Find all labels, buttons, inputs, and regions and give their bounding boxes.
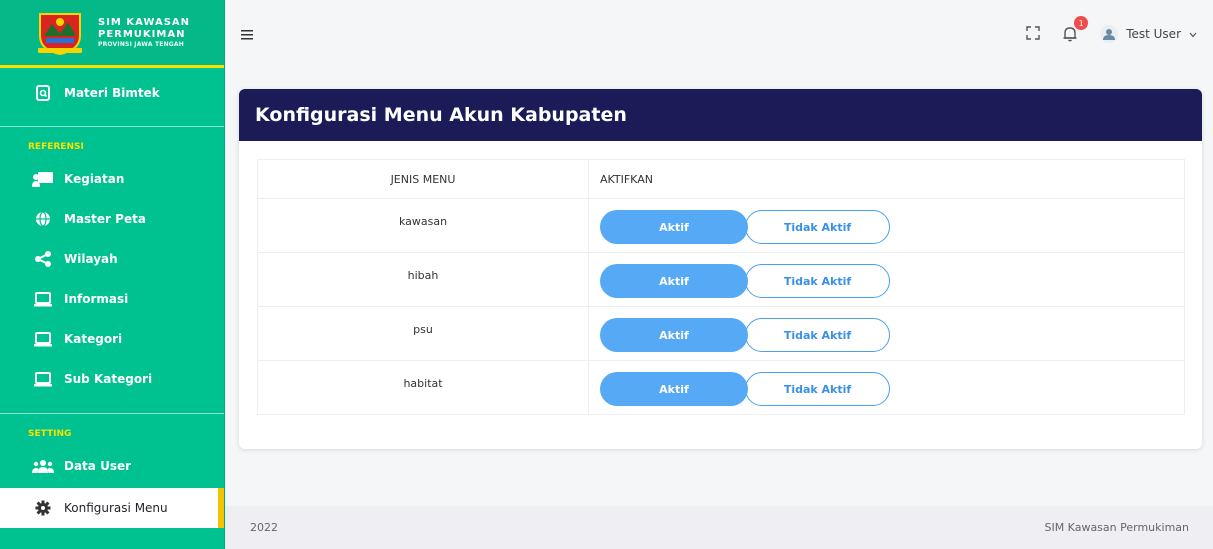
sidebar: SIM KAWASAN PERMUKIMAN PROVINSI JAWA TEN…: [0, 0, 225, 549]
sidebar-item-label: Data User: [64, 459, 132, 473]
tidak-aktif-button[interactable]: Tidak Aktif: [745, 372, 890, 406]
sidebar-item-label: Sub Kategori: [64, 372, 153, 386]
user-name: Test User: [1126, 27, 1181, 41]
brand[interactable]: SIM KAWASAN PERMUKIMAN PROVINSI JAWA TEN…: [0, 0, 224, 68]
hamburger-menu-icon[interactable]: [241, 25, 253, 44]
gear-icon: [32, 499, 54, 517]
fullscreen-icon[interactable]: [1026, 25, 1040, 43]
sidebar-item-label: Wilayah: [64, 252, 118, 266]
share-icon: [32, 250, 54, 268]
brand-title-line1: SIM KAWASAN: [98, 16, 191, 28]
notification-badge: 1: [1074, 16, 1089, 30]
table-row: hibah Tidak Aktif Aktif: [257, 252, 1185, 307]
province-logo: [34, 10, 86, 56]
laptop-icon: [32, 370, 54, 388]
notification-bell-icon[interactable]: 1: [1062, 16, 1089, 42]
user-menu[interactable]: Test User: [1100, 25, 1197, 43]
section-referensi: REFERENSI: [28, 142, 84, 152]
footer-year: 2022: [250, 521, 278, 534]
presentation-icon: [32, 170, 54, 188]
menu-name: psu: [257, 306, 589, 361]
divider: [0, 413, 224, 414]
table-row: kawasan Tidak Aktif Aktif: [257, 198, 1185, 253]
table-header-row: JENIS MENU AKTIFKAN: [257, 159, 1185, 199]
aktif-button[interactable]: Aktif: [600, 318, 748, 352]
menu-name: habitat: [257, 360, 589, 415]
sidebar-item-label: Master Peta: [64, 212, 146, 226]
globe-icon: [32, 210, 54, 228]
sidebar-item-data-user[interactable]: Data User: [0, 446, 224, 486]
page-title: Konfigurasi Menu Akun Kabupaten: [255, 104, 627, 126]
sidebar-item-sub-kategori[interactable]: Sub Kategori: [0, 359, 224, 399]
topbar: 1 Test User: [225, 0, 1213, 68]
section-setting: SETTING: [28, 429, 72, 439]
menu-name: hibah: [257, 252, 589, 307]
avatar: [1100, 25, 1119, 43]
tidak-aktif-button[interactable]: Tidak Aktif: [745, 318, 890, 352]
sidebar-item-wilayah[interactable]: Wilayah: [0, 239, 224, 279]
config-card: Konfigurasi Menu Akun Kabupaten JENIS ME…: [239, 89, 1202, 449]
sidebar-item-informasi[interactable]: Informasi: [0, 279, 224, 319]
menu-config-table: JENIS MENU AKTIFKAN kawasan Tidak Aktif …: [257, 159, 1185, 415]
column-header-aktifkan: AKTIFKAN: [588, 159, 1185, 199]
sidebar-item-label: Konfigurasi Menu: [64, 501, 168, 515]
table-row: psu Tidak Aktif Aktif: [257, 306, 1185, 361]
sidebar-item-konfigurasi-menu[interactable]: Konfigurasi Menu: [0, 488, 224, 528]
menu-name: kawasan: [257, 198, 589, 253]
sidebar-item-kegiatan[interactable]: Kegiatan: [0, 159, 224, 199]
sidebar-item-label: Kegiatan: [64, 172, 125, 186]
sidebar-item-label: Informasi: [64, 292, 129, 306]
laptop-icon: [32, 290, 54, 308]
brand-subtitle: PROVINSI JAWA TENGAH: [98, 40, 184, 48]
sidebar-item-kategori[interactable]: Kategori: [0, 319, 224, 359]
tidak-aktif-button[interactable]: Tidak Aktif: [745, 210, 890, 244]
table-row: habitat Tidak Aktif Aktif: [257, 360, 1185, 415]
aktif-button[interactable]: Aktif: [600, 264, 748, 298]
card-header: Konfigurasi Menu Akun Kabupaten: [239, 89, 1202, 141]
divider: [0, 126, 224, 127]
sidebar-item-label: Kategori: [64, 332, 123, 346]
footer: 2022 SIM Kawasan Permukiman: [225, 506, 1213, 549]
footer-app-name: SIM Kawasan Permukiman: [1044, 521, 1189, 534]
laptop-icon: [32, 330, 54, 348]
brand-title-line2: PERMUKIMAN: [98, 28, 186, 40]
aktif-button[interactable]: Aktif: [600, 372, 748, 406]
sidebar-item-materi-bimtek[interactable]: Materi Bimtek: [0, 68, 224, 124]
column-header-jenis-menu: JENIS MENU: [257, 159, 589, 199]
chevron-down-icon: [1189, 27, 1197, 41]
tidak-aktif-button[interactable]: Tidak Aktif: [745, 264, 890, 298]
document-search-icon: [32, 84, 54, 102]
users-icon: [32, 457, 54, 475]
sidebar-item-label: Materi Bimtek: [64, 86, 160, 100]
sidebar-item-master-peta[interactable]: Master Peta: [0, 199, 224, 239]
aktif-button[interactable]: Aktif: [600, 210, 748, 244]
